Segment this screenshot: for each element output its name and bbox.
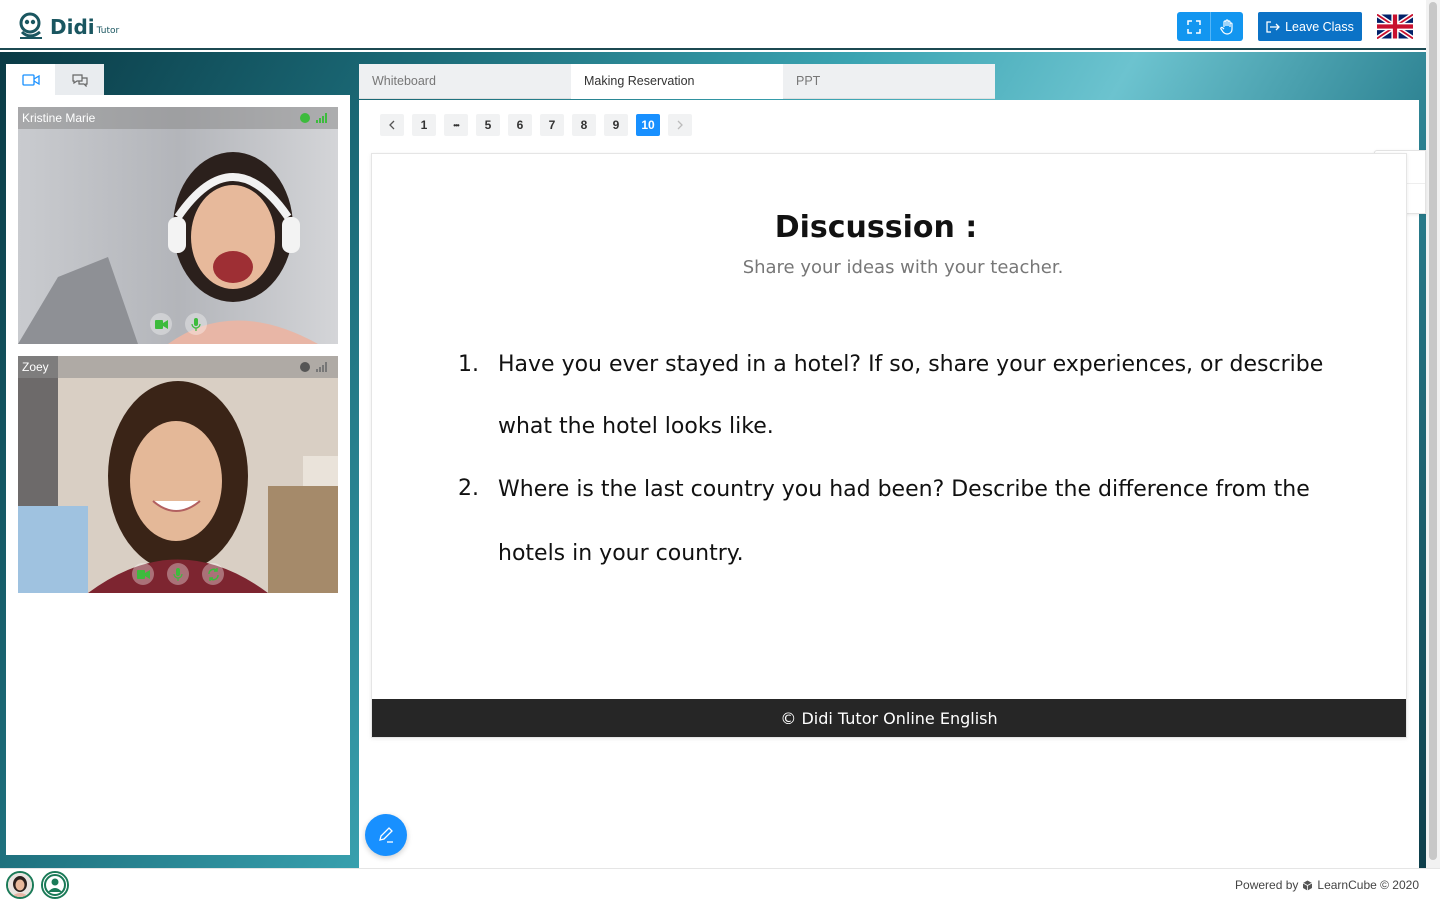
tab-ppt[interactable]: PPT (783, 64, 995, 99)
teacher-video-feed (18, 107, 338, 344)
cube-icon (1303, 880, 1313, 890)
logo-subtext: Tutor (96, 26, 120, 36)
presentation-slide: Discussion : Share your ideas with your … (371, 153, 1407, 738)
signal-strength-icon (316, 113, 330, 123)
tab-making-reservation[interactable]: Making Reservation (571, 64, 783, 99)
slide-footer: © Didi Tutor Online English (372, 699, 1406, 737)
page-8[interactable]: 8 (572, 114, 596, 136)
question-text: Where is the last country you had been? … (498, 458, 1310, 586)
question-line: what the hotel looks like. (498, 414, 774, 439)
participant-name-bar: Kristine Marie (18, 107, 338, 129)
question-line: Where is the last country you had been? … (498, 477, 1310, 502)
top-bar: Didi Tutor Leave Class (0, 0, 1426, 50)
participants-panel: Kristine Marie Zoey (6, 95, 350, 855)
camera-on-icon (154, 319, 168, 329)
next-page-button[interactable] (668, 114, 692, 136)
page-scrollbar[interactable] (1426, 0, 1440, 868)
offline-status-icon (300, 362, 310, 372)
tab-chat[interactable] (55, 64, 104, 95)
powered-by-brand: LearnCube © 2020 (1317, 878, 1419, 892)
hand-icon (1219, 18, 1233, 35)
question-line: Have you ever stayed in a hotel? If so, … (498, 352, 1324, 377)
exit-icon (1266, 20, 1281, 33)
avatar-teacher[interactable] (6, 871, 34, 899)
page-7[interactable]: 7 (540, 114, 564, 136)
avatar-student[interactable] (41, 871, 69, 899)
microphone-icon (191, 317, 201, 331)
video-tile-student: Zoey (18, 356, 338, 593)
slide-title: Discussion : (774, 210, 978, 245)
question-number: 2. (458, 476, 479, 501)
page-ellipsis[interactable]: ••• (444, 114, 468, 136)
raise-hand-button[interactable] (1210, 12, 1243, 41)
mic-toggle-button[interactable] (185, 313, 207, 335)
logo: Didi Tutor (18, 12, 119, 40)
camera-toggle-button[interactable] (132, 563, 154, 585)
camera-on-icon (136, 569, 150, 579)
page-6[interactable]: 6 (508, 114, 532, 136)
switch-camera-button[interactable] (202, 563, 224, 585)
list-item: 1. Have you ever stayed in a hotel? If s… (458, 334, 1328, 458)
logo-owl-icon (18, 12, 44, 40)
left-panel-tabs (6, 64, 104, 95)
user-icon (43, 873, 67, 897)
prev-page-button[interactable] (380, 114, 404, 136)
page-9[interactable]: 9 (604, 114, 628, 136)
participant-name: Kristine Marie (22, 111, 96, 125)
tab-whiteboard[interactable]: Whiteboard (359, 64, 571, 99)
language-flag-uk-icon[interactable] (1377, 14, 1413, 39)
powered-by-prefix: Powered by (1235, 878, 1299, 892)
list-item: 2. Where is the last country you had bee… (458, 458, 1328, 586)
question-number: 1. (458, 352, 479, 377)
chat-bubbles-icon (71, 73, 88, 87)
page-5[interactable]: 5 (476, 114, 500, 136)
tab-video[interactable] (6, 64, 55, 95)
student-video-feed (18, 356, 338, 593)
toolbar-button-group (1177, 12, 1243, 41)
content-tabs: Whiteboard Making Reservation PPT (359, 64, 995, 99)
participant-name-bar: Zoey (18, 356, 338, 378)
slide-subtitle: Share your ideas with your teacher. (742, 257, 1064, 278)
powered-by-credit: Powered by LearnCube © 2020 (1235, 878, 1419, 892)
logo-text: Didi (50, 15, 95, 39)
question-line: hotels in your country. (498, 541, 744, 566)
question-text: Have you ever stayed in a hotel? If so, … (498, 334, 1323, 458)
page-10-current[interactable]: 10 (636, 114, 660, 136)
slide-pagination: 1 ••• 5 6 7 8 9 10 (380, 114, 692, 136)
scrollbar-thumb[interactable] (1429, 2, 1437, 860)
video-camera-icon (21, 73, 40, 86)
online-status-icon (300, 113, 310, 123)
fullscreen-icon (1186, 19, 1201, 34)
signal-strength-icon (316, 362, 330, 372)
video-tile-teacher: Kristine Marie (18, 107, 338, 344)
participant-name: Zoey (22, 360, 49, 374)
camera-toggle-button[interactable] (150, 313, 172, 335)
bottom-bar: Powered by LearnCube © 2020 (0, 868, 1440, 900)
chevron-left-icon (389, 120, 395, 130)
leave-class-button[interactable]: Leave Class (1258, 12, 1362, 41)
draw-tool-button[interactable] (365, 814, 407, 856)
leave-class-label: Leave Class (1285, 19, 1354, 34)
microphone-icon (173, 567, 183, 581)
refresh-icon (207, 567, 219, 581)
page-1[interactable]: 1 (412, 114, 436, 136)
chevron-right-icon (677, 120, 683, 130)
question-list: 1. Have you ever stayed in a hotel? If s… (458, 334, 1328, 586)
mic-toggle-button[interactable] (167, 563, 189, 585)
fullscreen-button[interactable] (1177, 12, 1210, 41)
pencil-icon (379, 827, 393, 843)
